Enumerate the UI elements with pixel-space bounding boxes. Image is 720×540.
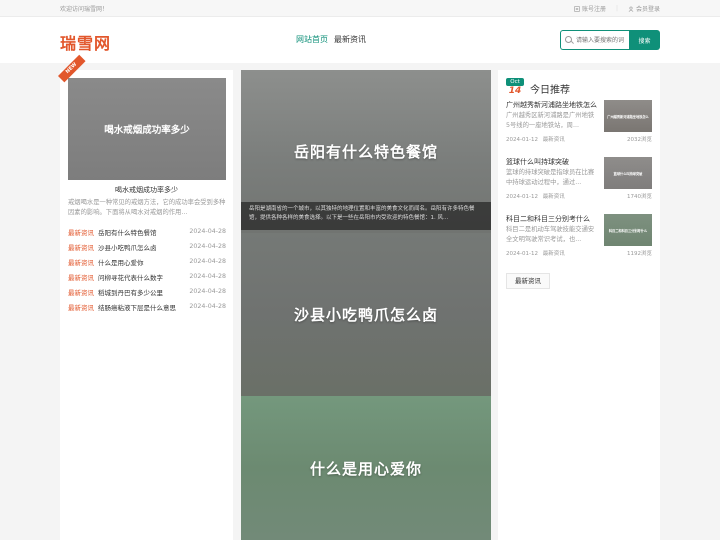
recommend-date: 2024-01-12 [506,137,538,143]
news-date: 2024-04-28 [189,243,226,250]
topbar-divider: | [615,5,618,12]
search-button[interactable]: 搜索 [629,30,660,50]
recommend-item[interactable]: 广州越秀新河浦路坐地铁怎么 广州越秀区新河浦路是广州地铁5号线的一座地铁站，周.… [506,100,652,148]
recommend-views: 1740浏览 [627,194,652,200]
recommend-meta: 2024-01-12 最新资讯 2032浏览 [506,135,652,143]
news-tag[interactable]: 最新资讯 [68,287,94,297]
news-date: 2024-04-28 [189,228,226,235]
feature-image-text: 喝水戒烟成功率多少 [104,125,190,136]
recommend-thumbnail[interactable]: 篮球什么叫持球突破 [604,157,652,189]
right-column: Oct 14 今日推荐 广州越秀新河浦路坐地铁怎么 广州越秀区新河浦路是广州地铁… [498,70,660,540]
news-date: 2024-04-28 [189,303,226,310]
nav-item-latest-news[interactable]: 最新资讯 [334,34,366,45]
list-item[interactable]: 最新资讯 什么是用心爱你 2024-04-28 [68,254,226,269]
recommend-description: 广州越秀区新河浦路是广州地铁5号线的一座地铁站，周... [506,112,595,129]
recommend-meta: 2024-01-12 最新资讯 1740浏览 [506,192,652,200]
feature-title[interactable]: 喝水戒烟成功率多少 [60,185,233,195]
register-icon [574,5,580,12]
news-title[interactable]: 问柳寻花代表什么数字 [98,272,189,282]
news-date: 2024-04-28 [189,273,226,280]
recommend-thumbnail[interactable]: 广州越秀新河浦路坐地铁怎么 [604,100,652,132]
site-header: 瑞雪网 网站首页 最新资讯 搜索 [0,17,720,63]
news-list: 最新资讯 岳阳有什么特色餐馆 2024-04-28 最新资讯 沙县小吃鸭爪怎么卤… [68,224,226,314]
date-badge: Oct 14 [506,78,524,96]
feature-image[interactable]: 喝水戒烟成功率多少 [68,78,226,180]
site-logo[interactable]: 瑞雪网 [60,30,111,54]
recommend-title[interactable]: 广州越秀新河浦路坐地铁怎么 [506,100,598,110]
news-tag[interactable]: 最新资讯 [68,257,94,267]
news-tag[interactable]: 最新资讯 [68,272,94,282]
register-label: 账号注册 [581,6,606,13]
news-tag[interactable]: 最新资讯 [68,242,94,252]
news-date: 2024-04-28 [189,258,226,265]
recommend-title[interactable]: 科目二和科目三分别考什么 [506,214,598,224]
list-item[interactable]: 最新资讯 沙县小吃鸭爪怎么卤 2024-04-28 [68,239,226,254]
thumbnail-text: 广州越秀新河浦路坐地铁怎么 [607,114,649,119]
news-title[interactable]: 岳阳有什么特色餐馆 [98,227,189,237]
recommend-meta: 2024-01-12 最新资讯 1192浏览 [506,249,652,257]
user-icon [628,6,634,12]
account-links: 账号注册 | 会员登录 [574,4,660,13]
news-date: 2024-04-28 [189,288,226,295]
recommend-date: 2024-01-12 [506,251,538,257]
slide-title: 什么是用心爱你 [309,459,422,478]
login-link[interactable]: 会员登录 [628,4,660,13]
recommend-views: 2032浏览 [627,137,652,143]
carousel-slide[interactable]: 什么是用心爱你 [241,396,491,540]
left-column: NEW 喝水戒烟成功率多少 喝水戒烟成功率多少 戒烟喝水是一种常见的戒烟方法，它… [58,54,233,540]
main-nav: 网站首页 最新资讯 [296,34,366,45]
recommend-tag[interactable]: 最新资讯 [543,251,565,257]
login-label: 会员登录 [635,6,660,13]
list-item[interactable]: 最新资讯 问柳寻花代表什么数字 2024-04-28 [68,269,226,284]
list-item[interactable]: 最新资讯 稻城到丹巴有多少公里 2024-04-28 [68,284,226,299]
recommend-item[interactable]: 科目二和科目三分别考什么 科目二是机动车驾驶技能交通安全文明驾驶常识考试，也..… [506,214,652,262]
news-title[interactable]: 结肠癌粘液下层是什么意思 [98,302,189,312]
recommend-description: 篮球的持球突破是指球员在比赛中持球运动过程中，通过... [506,169,595,186]
recommend-description: 科目二是机动车驾驶技能交通安全文明驾驶常识考试，也... [506,226,595,243]
recommend-item[interactable]: 篮球什么叫持球突破 篮球的持球突破是指球员在比赛中持球运动过程中，通过... 2… [506,157,652,205]
carousel-slide[interactable]: 沙县小吃鸭爪怎么卤 [241,233,491,396]
nav-item-home[interactable]: 网站首页 [296,34,328,45]
recommend-views: 1192浏览 [627,251,652,257]
slide-title: 岳阳有什么特色餐馆 [293,143,438,161]
register-link[interactable]: 账号注册 [574,4,606,13]
thumbnail-text: 篮球什么叫持球突破 [613,171,643,176]
recommend-title[interactable]: 篮球什么叫持球突破 [506,157,598,167]
slide-caption[interactable]: 岳阳是湖南省的一个城市，以其独特的地理位置和丰富的美食文化而闻名。岳阳有许多特色… [241,202,491,230]
today-recommend-title: 今日推荐 [530,85,570,96]
latest-news-button[interactable]: 最新资讯 [506,273,550,289]
recommend-thumbnail[interactable]: 科目二和科目三分别考什么 [604,214,652,246]
news-title[interactable]: 沙县小吃鸭爪怎么卤 [98,242,189,252]
thumbnail-text: 科目二和科目三分别考什么 [608,228,648,233]
list-item[interactable]: 最新资讯 岳阳有什么特色餐馆 2024-04-28 [68,224,226,239]
date-month: Oct [506,78,524,86]
search-icon [565,36,572,43]
list-item[interactable]: 最新资讯 结肠癌粘液下层是什么意思 2024-04-28 [68,299,226,314]
date-day: 14 [508,86,522,96]
news-tag[interactable]: 最新资讯 [68,227,94,237]
recommend-tag[interactable]: 最新资讯 [543,137,565,143]
feature-description: 戒烟喝水是一种常见的戒烟方法，它的成功率会受到多种因素的影响。下面将从喝水对戒烟… [68,199,226,216]
slide-title: 沙县小吃鸭爪怎么卤 [293,306,438,324]
recommend-tag[interactable]: 最新资讯 [543,194,565,200]
featured-carousel: 岳阳有什么特色餐馆 岳阳是湖南省的一个城市，以其独特的地理位置和丰富的美食文化而… [241,70,491,540]
news-tag[interactable]: 最新资讯 [68,302,94,312]
top-bar: 欢迎访问瑞雪网！ 账号注册 | 会员登录 [0,0,720,17]
news-title[interactable]: 什么是用心爱你 [98,257,189,267]
news-title[interactable]: 稻城到丹巴有多少公里 [98,287,189,297]
recommend-date: 2024-01-12 [506,194,538,200]
search-form: 搜索 [560,30,660,50]
welcome-text: 欢迎访问瑞雪网！ [60,6,109,13]
